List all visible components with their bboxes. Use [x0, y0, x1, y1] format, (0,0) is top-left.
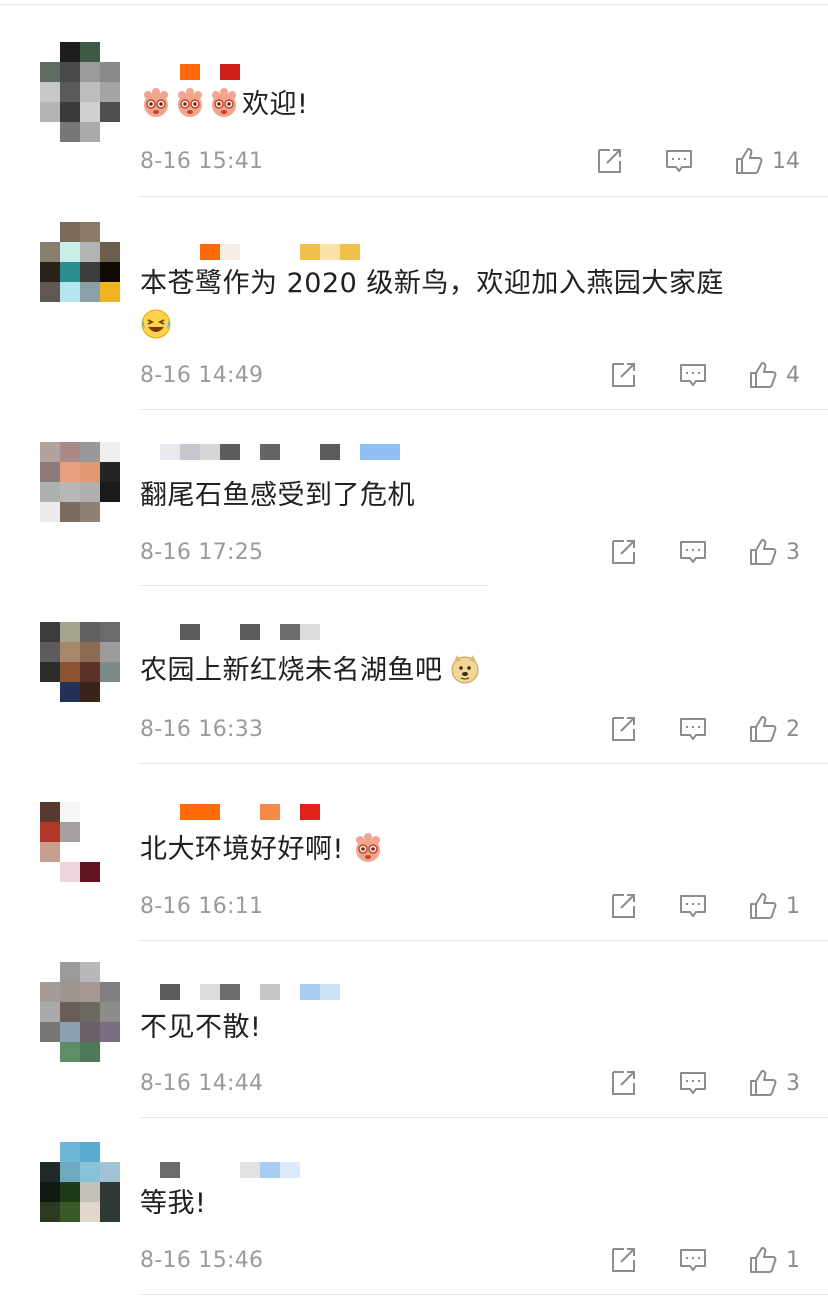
comment-icon[interactable]	[678, 891, 708, 921]
laugh-cry-emoji-icon	[140, 308, 172, 340]
thumbs-up-icon[interactable]	[748, 1068, 778, 1098]
comment-icon[interactable]	[678, 537, 708, 567]
share-icon[interactable]	[608, 891, 638, 921]
username[interactable]	[140, 1160, 300, 1180]
thumbs-up-icon[interactable]	[748, 537, 778, 567]
comment-divider	[140, 409, 828, 410]
avatar[interactable]	[40, 802, 120, 902]
comment-timestamp: 8-16 15:46	[140, 1248, 264, 1273]
thumbs-up-icon[interactable]	[748, 360, 778, 390]
comment-divider	[140, 585, 488, 586]
like-count: 3	[786, 1070, 800, 1096]
avatar[interactable]	[40, 1142, 120, 1242]
doge-emoji-icon	[449, 653, 481, 685]
avatar[interactable]	[40, 622, 120, 722]
top-divider	[0, 4, 828, 5]
share-icon[interactable]	[608, 1068, 638, 1098]
comment-divider	[140, 940, 828, 941]
comment-body: 本苍鹭作为 2020 级新鸟，欢迎加入燕园大家庭	[140, 268, 724, 299]
thumbs-up-icon[interactable]	[734, 146, 764, 176]
comment-divider	[140, 1117, 828, 1118]
comment-text: 本苍鹭作为 2020 级新鸟，欢迎加入燕园大家庭	[140, 263, 800, 347]
comment-text: 北大环境好好啊!	[140, 829, 800, 871]
username[interactable]	[140, 242, 360, 262]
comment-divider	[140, 763, 828, 764]
username[interactable]	[140, 802, 320, 822]
username[interactable]	[140, 622, 320, 642]
avatar[interactable]	[40, 222, 120, 322]
paw-emoji-icon	[352, 832, 384, 864]
share-icon[interactable]	[608, 360, 638, 390]
like-count: 3	[786, 539, 800, 565]
comment-text: 农园上新红烧未名湖鱼吧	[140, 650, 800, 692]
share-icon[interactable]	[608, 537, 638, 567]
comment-text: 翻尾石鱼感受到了危机	[140, 475, 800, 517]
thumbs-up-icon[interactable]	[748, 714, 778, 744]
thumbs-up-icon[interactable]	[748, 891, 778, 921]
comment-icon[interactable]	[678, 360, 708, 390]
comment-body: 等我!	[140, 1188, 207, 1219]
comment-divider	[140, 1294, 828, 1295]
comment-actions: 14	[594, 146, 800, 176]
username[interactable]	[140, 982, 340, 1002]
like-count: 1	[786, 893, 800, 919]
username[interactable]	[140, 62, 240, 82]
thumbs-up-icon[interactable]	[748, 1245, 778, 1275]
comment-text: 等我!	[140, 1183, 800, 1225]
comment-text: 不见不散!	[140, 1007, 800, 1049]
paw-emoji-icon	[140, 87, 172, 119]
like-count: 14	[772, 148, 800, 174]
comment-actions: 1	[608, 1245, 800, 1275]
comment-body: 北大环境好好啊!	[140, 834, 344, 865]
comment-timestamp: 8-16 17:25	[140, 540, 264, 565]
comment-timestamp: 8-16 14:49	[140, 363, 264, 388]
comment-text: 欢迎!	[140, 84, 800, 126]
share-icon[interactable]	[608, 714, 638, 744]
username[interactable]	[140, 442, 400, 462]
avatar[interactable]	[40, 442, 120, 542]
paw-emoji-icon	[174, 87, 206, 119]
share-icon[interactable]	[594, 146, 624, 176]
like-count: 1	[786, 1247, 800, 1273]
comment-icon[interactable]	[678, 714, 708, 744]
comment-actions: 4	[608, 360, 800, 390]
share-icon[interactable]	[608, 1245, 638, 1275]
comment-body: 欢迎!	[242, 89, 309, 120]
paw-emoji-icon	[208, 87, 240, 119]
comment-icon[interactable]	[664, 146, 694, 176]
comment-divider	[140, 196, 828, 197]
avatar[interactable]	[40, 962, 120, 1062]
comment-timestamp: 8-16 16:11	[140, 894, 264, 919]
comment-body: 不见不散!	[140, 1012, 262, 1043]
comment-timestamp: 8-16 16:33	[140, 717, 264, 742]
avatar[interactable]	[40, 42, 120, 142]
comment-timestamp: 8-16 14:44	[140, 1071, 264, 1096]
comment-icon[interactable]	[678, 1245, 708, 1275]
comment-actions: 3	[608, 537, 800, 567]
comment-body: 农园上新红烧未名湖鱼吧	[140, 655, 443, 686]
like-count: 2	[786, 716, 800, 742]
comment-actions: 2	[608, 714, 800, 744]
comment-actions: 3	[608, 1068, 800, 1098]
comment-timestamp: 8-16 15:41	[140, 149, 264, 174]
like-count: 4	[786, 362, 800, 388]
comment-actions: 1	[608, 891, 800, 921]
comment-icon[interactable]	[678, 1068, 708, 1098]
comment-body: 翻尾石鱼感受到了危机	[140, 480, 415, 511]
